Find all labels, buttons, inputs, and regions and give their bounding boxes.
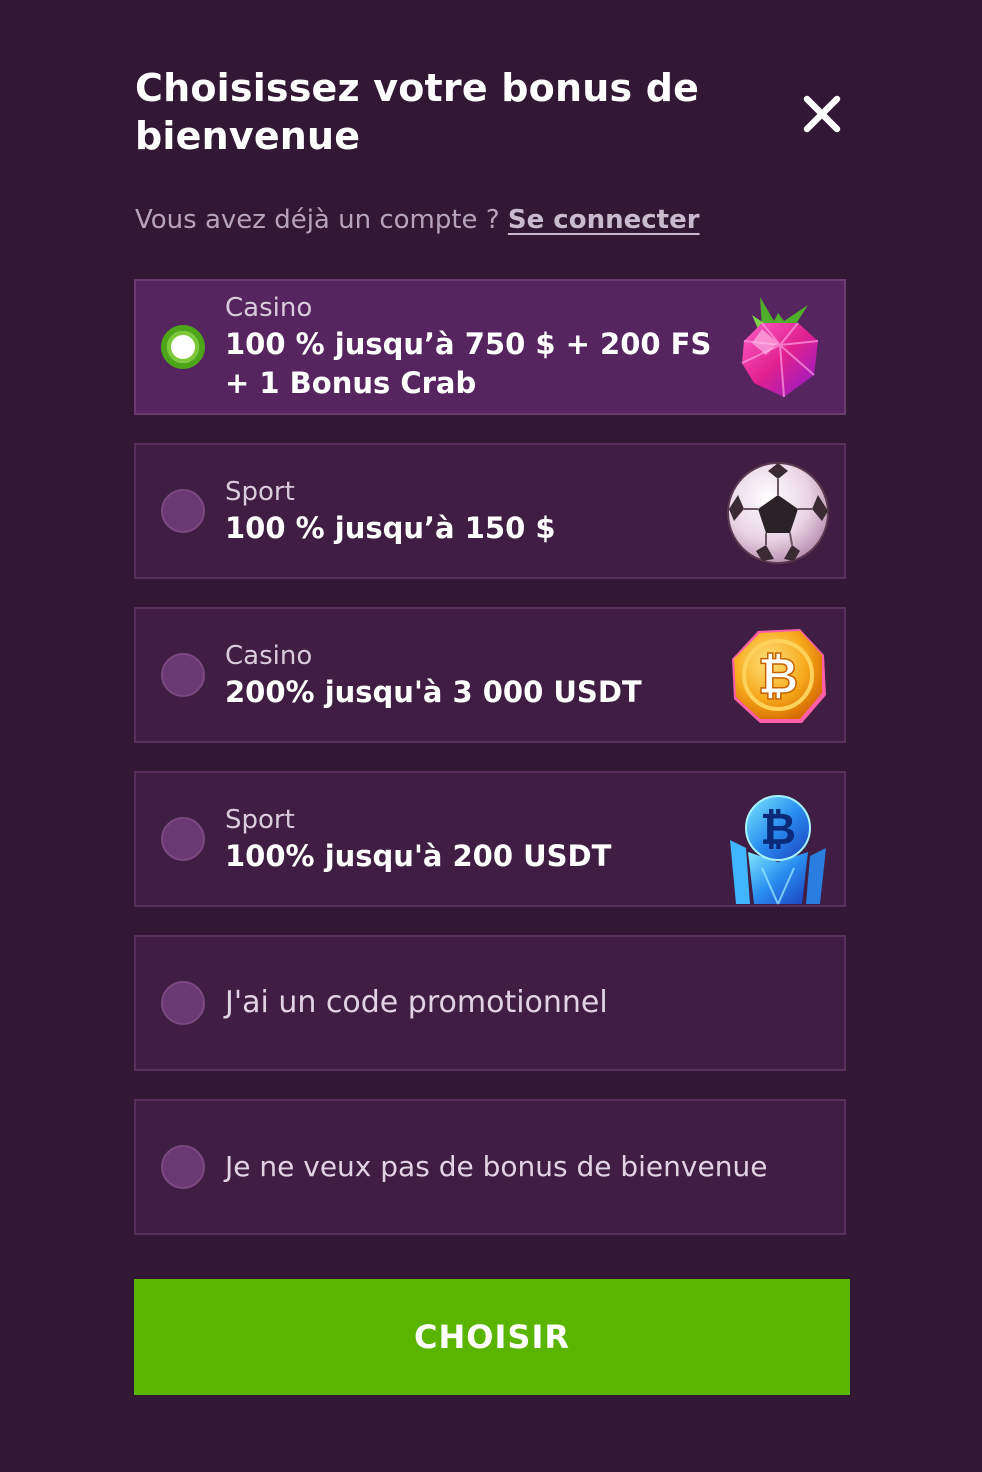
bonus-option-sport-usdt[interactable]: Sport 100% jusqu'à 200 USDT ₿ [134, 771, 846, 907]
choose-button[interactable]: CHOISIR [134, 1279, 850, 1395]
bonus-offer: 100 % jusqu’à 750 $ + 200 FS [225, 327, 712, 361]
promo-code-text-wrap: J'ai un code promotionnel [225, 937, 824, 1069]
bonus-category: Casino [225, 640, 313, 671]
bonus-category: Sport [225, 476, 295, 507]
bonus-offer: 200% jusqu'à 3 000 USDT [225, 674, 642, 709]
bonus-category: Sport [225, 804, 295, 835]
promo-code-label: J'ai un code promotionnel [225, 985, 608, 1020]
radio-button[interactable] [161, 653, 205, 697]
radio-button[interactable] [161, 1145, 205, 1189]
bonus-option-text: Casino 200% jusqu'à 3 000 USDT [225, 609, 714, 741]
raspberry-gem-icon [741, 297, 819, 398]
soccer-ball-icon [727, 462, 829, 564]
no-bonus-option[interactable]: Je ne veux pas de bonus de bienvenue [134, 1099, 846, 1235]
bonus-offer-extra: + 1 Bonus Crab [225, 366, 477, 400]
svg-text:₿: ₿ [758, 647, 799, 705]
bonus-option-sport-usd[interactable]: Sport 100 % jusqu’à 150 $ [134, 443, 846, 579]
bonus-option-casino-usd[interactable]: Casino 100 % jusqu’à 750 $ + 200 FS + 1 … [134, 279, 846, 415]
bonus-offer: 100% jusqu'à 200 USDT [225, 838, 612, 873]
login-link[interactable]: Se connecter [508, 205, 700, 235]
bonus-option-text: Casino 100 % jusqu’à 750 $ + 200 FS + 1 … [225, 281, 714, 413]
no-bonus-text-wrap: Je ne veux pas de bonus de bienvenue [225, 1101, 830, 1233]
bonus-offer: 100 % jusqu’à 150 $ [225, 510, 556, 545]
promo-code-option[interactable]: J'ai un code promotionnel [134, 935, 846, 1071]
bitcoin-crystal-icon: ₿ [730, 795, 826, 905]
bonus-option-text: Sport 100 % jusqu’à 150 $ [225, 445, 714, 577]
close-icon[interactable] [800, 92, 844, 136]
no-bonus-label: Je ne veux pas de bonus de bienvenue [225, 1150, 768, 1183]
radio-button[interactable] [161, 489, 205, 533]
bitcoin-coin-icon: ₿ [732, 629, 826, 723]
login-prompt: Vous avez déjà un compte ? Se connecter [135, 202, 700, 238]
bonus-option-text: Sport 100% jusqu'à 200 USDT [225, 773, 714, 905]
page-title: Choisissez votre bonus de bienvenue [135, 66, 700, 158]
radio-button[interactable] [161, 981, 205, 1025]
radio-button-checked[interactable] [161, 325, 205, 369]
bonus-option-casino-usdt[interactable]: Casino 200% jusqu'à 3 000 USDT ₿ [134, 607, 846, 743]
login-prompt-text: Vous avez déjà un compte ? [135, 205, 500, 235]
svg-text:₿: ₿ [760, 804, 796, 855]
bonus-category: Casino [225, 293, 313, 323]
radio-button[interactable] [161, 817, 205, 861]
